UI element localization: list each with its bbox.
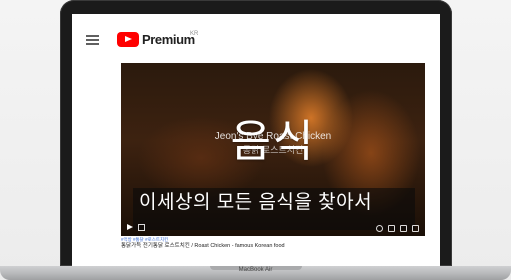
next-icon[interactable] bbox=[138, 224, 145, 231]
video-overlay-title: 음식 bbox=[230, 117, 316, 166]
device-label: MacBook Air bbox=[238, 267, 273, 273]
menu-icon[interactable] bbox=[86, 35, 99, 45]
play-icon[interactable] bbox=[127, 224, 133, 230]
logo-text: Premium bbox=[142, 31, 195, 47]
video-info: #먹방 #통닭 #로스트치킨 통닭가득 전기통닭 로스트치킨 / Roast C… bbox=[121, 237, 425, 250]
youtube-logo[interactable]: Premium bbox=[117, 30, 195, 48]
video-title: 통닭가득 전기통닭 로스트치킨 / Roast Chicken - famous… bbox=[121, 243, 285, 249]
player-controls bbox=[121, 220, 425, 236]
laptop-screen: Premium KR Jeon's Bye Roast Chicken 통닭 로… bbox=[72, 14, 440, 266]
country-code: KR bbox=[190, 31, 199, 37]
video-player[interactable]: Jeon's Bye Roast Chicken 통닭 로스트치킨 음식 이세상… bbox=[121, 63, 425, 236]
youtube-play-icon bbox=[117, 31, 139, 47]
youtube-header: Premium KR bbox=[72, 14, 440, 54]
settings-icon[interactable] bbox=[376, 225, 383, 232]
fullscreen-icon[interactable] bbox=[412, 225, 419, 232]
miniplayer-icon[interactable] bbox=[388, 225, 395, 232]
theater-icon[interactable] bbox=[400, 225, 407, 232]
